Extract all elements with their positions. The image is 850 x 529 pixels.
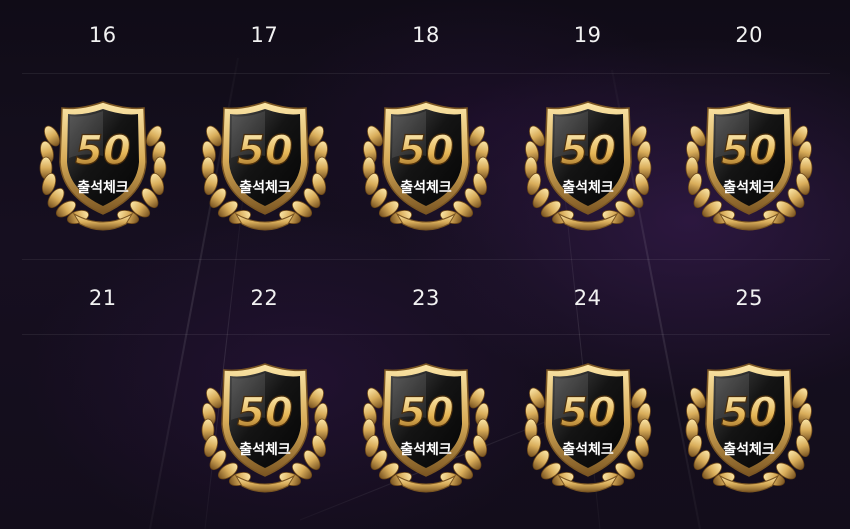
day-number: 25 (735, 286, 764, 310)
badge-amount: 50 (560, 128, 616, 174)
attendance-reward-badge-icon: 50 출석체크 (34, 96, 172, 236)
day-cell-25[interactable]: 25 50 출석체크 (668, 262, 830, 524)
day-number: 19 (573, 23, 602, 47)
badge-label: 출석체크 (400, 441, 452, 458)
attendance-reward-badge-icon: 50 출석체크 (196, 96, 334, 236)
badge-amount: 50 (722, 390, 778, 436)
badge-label: 출석체크 (77, 179, 129, 196)
attendance-reward-badge-icon: 50 출석체크 (680, 358, 818, 498)
badge-label: 출석체크 (562, 441, 614, 458)
badge-label: 출석체크 (724, 179, 776, 196)
day-number: 20 (735, 23, 764, 47)
attendance-calendar-grid: 16 50 출석체크 17 50 출석체크 18 50 출석체크 19 50 출석체크 … (22, 0, 830, 529)
day-cell-17[interactable]: 17 50 출석체크 (184, 0, 346, 262)
day-number: 22 (250, 286, 279, 310)
day-number: 17 (250, 23, 279, 47)
attendance-reward-badge-icon: 50 출석체크 (357, 358, 495, 498)
badge-amount: 50 (560, 390, 616, 436)
calendar-week-row: 21 22 50 출석체크 23 50 출석체크 24 50 출석체크 25 50 출석… (22, 262, 830, 524)
day-cell-19[interactable]: 19 50 출석체크 (507, 0, 669, 262)
day-cell-22[interactable]: 22 50 출석체크 (184, 262, 346, 524)
attendance-reward-badge-icon: 50 출석체크 (519, 358, 657, 498)
attendance-calendar-screen: 16 50 출석체크 17 50 출석체크 18 50 출석체크 19 50 출석체크 … (0, 0, 850, 529)
badge-amount: 50 (237, 128, 293, 174)
day-cell-18[interactable]: 18 50 출석체크 (345, 0, 507, 262)
badge-amount: 50 (722, 128, 778, 174)
badge-label: 출석체크 (562, 179, 614, 196)
day-cell-23[interactable]: 23 50 출석체크 (345, 262, 507, 524)
calendar-week-row: 16 50 출석체크 17 50 출석체크 18 50 출석체크 19 50 출석체크 … (22, 0, 830, 262)
attendance-reward-badge-icon: 50 출석체크 (357, 96, 495, 236)
day-number: 24 (573, 286, 602, 310)
badge-label: 출석체크 (400, 179, 452, 196)
attendance-reward-badge-icon: 50 출석체크 (680, 96, 818, 236)
attendance-reward-badge-icon: 50 출석체크 (519, 96, 657, 236)
day-cell-21[interactable]: 21 (22, 262, 184, 524)
badge-label: 출석체크 (724, 441, 776, 458)
badge-label: 출석체크 (239, 179, 291, 196)
attendance-reward-badge-icon: 50 출석체크 (196, 358, 334, 498)
badge-amount: 50 (75, 128, 131, 174)
badge-label: 출석체크 (239, 441, 291, 458)
day-number: 21 (88, 286, 117, 310)
badge-amount: 50 (398, 128, 454, 174)
badge-amount: 50 (398, 390, 454, 436)
day-cell-20[interactable]: 20 50 출석체크 (668, 0, 830, 262)
day-cell-24[interactable]: 24 50 출석체크 (507, 262, 669, 524)
day-cell-16[interactable]: 16 50 출석체크 (22, 0, 184, 262)
day-number: 23 (412, 286, 440, 310)
day-number: 16 (88, 23, 117, 47)
day-number: 18 (412, 23, 440, 47)
badge-amount: 50 (237, 390, 293, 436)
